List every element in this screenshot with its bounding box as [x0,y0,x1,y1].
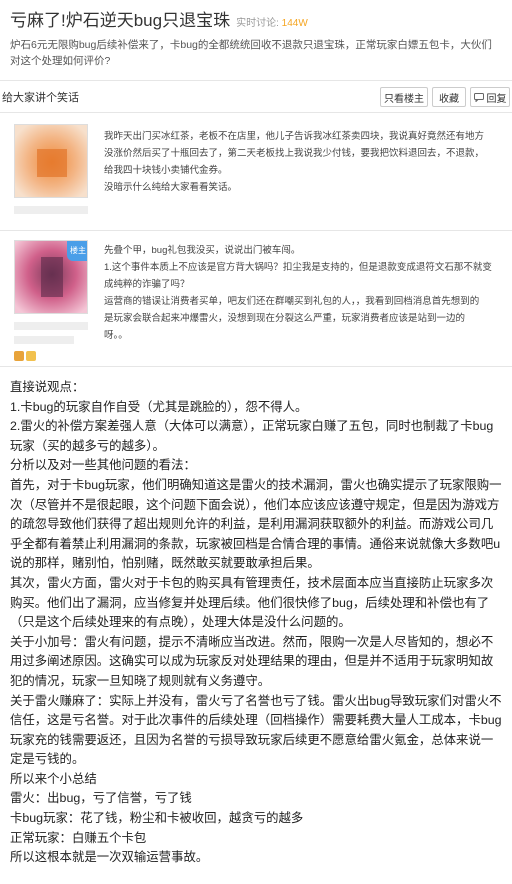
first-post-bar: 给大家讲个笑话 只看楼主 收藏 回复 [0,82,512,110]
paragraph: 分析以及对一些其他问题的看法： [10,458,196,473]
divider [0,112,512,113]
post-line: 没暗示什么纯给大家看看笑话。 [104,182,238,193]
post-line: 给我四十块钱小卖铺代金券。 [104,165,228,176]
thread-description: 炉石6元无限购bug后续补偿来了，卡bug的全都统统回收不退款只退宝珠，正常玩家… [10,39,492,67]
avatar[interactable]: 楼主 [14,240,88,314]
avatar[interactable] [14,124,88,198]
favorite-label: 收藏 [439,93,459,105]
thread-title: 亏麻了!炉石逆天bug只退宝珠 [10,11,231,30]
paragraph: 1.卡bug的玩家自作自受（尤其是跳脸的），怨不得人。 [10,399,308,414]
usertitle-placeholder [14,336,74,344]
paragraph: 正常玩家：白赚五个卡包 [10,830,147,845]
discussion-meta: 实时讨论: 144W [236,14,308,29]
post-line: 我昨天出门买冰红茶，老板不在店里，他儿子告诉我冰红茶卖四块，我说真好竟然还有地方 [104,131,485,142]
reply-button[interactable]: 回复 [470,87,510,107]
post-line: 没涨价然后买了十瓶回去了，第二天老板找上我说我少付钱，要我把饮料退回去，不退款， [104,148,485,159]
main-article: 直接说观点： 1.卡bug的玩家自作自受（尤其是跳脸的），怨不得人。 2.雷火的… [10,378,504,868]
paragraph: 所以这根本就是一次双输运营事故。 [10,850,209,865]
favorite-button[interactable]: 收藏 [432,87,466,107]
paragraph: 直接说观点： [10,380,85,394]
post-author-2: 楼主 [14,240,88,366]
paragraph: 所以来个小总结 [10,771,97,786]
only-op-label: 只看楼主 [384,93,424,105]
discussion-count: 144W [281,18,308,29]
post-line: 先叠个甲，bug礼包我没买，说说出门被车闯。 [104,245,301,256]
post-line: 呀。。 [104,330,128,341]
divider [0,230,512,231]
post-line: 运营商的错误让消费者买单，吧友们还在群嘲买到礼包的人，，我看到回档消息首先想到的 [104,296,480,307]
post-content-2: 先叠个甲，bug礼包我没买，说说出门被车闯。 1.这个事件本质上不应该是官方背大… [104,242,504,344]
post-floor-1: 我昨天出门买冰红茶，老板不在店里，他儿子告诉我冰红茶卖四块，我说真好竟然还有地方… [0,120,512,220]
op-badge: 楼主 [67,241,87,261]
username-placeholder [14,322,88,330]
post-author-1 [14,124,88,214]
paragraph: 卡bug玩家：花了钱，粉尘和卡被收回，越贪亏的越多 [10,811,304,826]
paragraph: 首先，对于卡bug玩家，他们明确知道这是雷火的技术漏洞，雷火也确实提示了玩家限购… [10,477,502,571]
post-line: 成纯粹的诈骗了吗？ [104,279,190,290]
username-placeholder [14,206,88,214]
post-content-1: 我昨天出门买冰红茶，老板不在店里，他儿子告诉我冰红茶卖四块，我说真好竟然还有地方… [104,128,504,196]
post-floor-2: 楼主 先叠个甲，bug礼包我没买，说说出门被车闯。 1.这个事件本质上不应该是官… [0,236,512,364]
badge-icon [14,351,24,361]
divider [0,80,512,81]
paragraph: 关于雷火赚麻了：实际上并没有，雷火亏了名誉也亏了钱。雷火出bug导致玩家们对雷火… [10,693,502,767]
thread-header: 亏麻了!炉石逆天bug只退宝珠 实时讨论: 144W 炉石6元无限购bug后续补… [0,0,512,67]
first-post-title: 给大家讲个笑话 [2,92,79,104]
blurred-avatar-image [15,125,87,197]
reply-icon [473,92,484,102]
post-line: 是玩家会联合起来冲爆雷火，没想到现在分裂这么严重，玩家消费者应该是站到一边的 [104,313,466,324]
paragraph: 关于小加号：雷火有问题，提示不清晰应当改进。然而，限购一次是人尽皆知的，想必不用… [10,634,494,688]
paragraph: 其次，雷火方面，雷火对于卡包的购买具有管理责任，技术层面本应当直接防止玩家多次购… [10,575,494,630]
divider [0,366,512,367]
post-line: 1.这个事件本质上不应该是官方背大锅吗？扣尘我是支持的，但是退款变成退符文石那不… [104,262,492,273]
badge-icon [26,351,36,361]
user-badges [14,348,88,366]
paragraph: 雷火：出bug，亏了信誉，亏了钱 [10,791,192,806]
reply-label: 回复 [486,93,507,105]
only-op-button[interactable]: 只看楼主 [380,87,428,107]
discussion-label: 实时讨论: [236,18,279,29]
paragraph: 2.雷火的补偿方案差强人意（大体可以满意），正常玩家白赚了五包，同时也制裁了卡b… [10,419,494,453]
